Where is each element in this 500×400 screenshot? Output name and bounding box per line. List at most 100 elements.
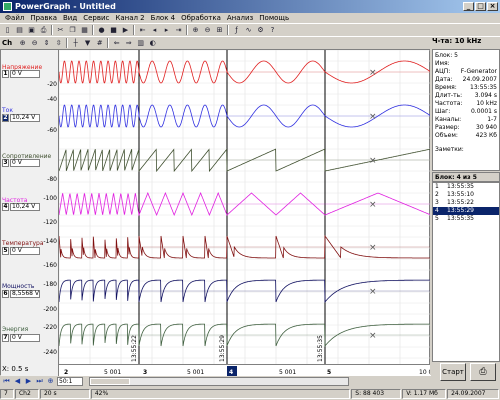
scroll-thumb[interactable] xyxy=(90,378,130,385)
menu-channel[interactable]: Канал 2 xyxy=(112,14,147,22)
copy-icon[interactable]: ❐ xyxy=(67,25,78,36)
channel-4-number[interactable]: 4 xyxy=(2,203,9,211)
status-bar: 7 Ch2 20 s 42% S: 88 403 V: 1.17 Мб 24.0… xyxy=(0,388,500,400)
menu-file[interactable]: Файл xyxy=(2,14,27,22)
info-row: Длит-ть: 3.094 s xyxy=(435,92,497,99)
filter-icon[interactable]: ƒ xyxy=(231,25,242,36)
status-volume: V: 1.17 Мб xyxy=(402,389,447,399)
channel-5-number[interactable]: 5 xyxy=(2,247,9,255)
horizontal-scrollbar[interactable] xyxy=(89,377,349,386)
layout-icon[interactable]: ▥ xyxy=(135,38,146,49)
minimize-button[interactable]: _ xyxy=(463,2,474,11)
channel-6-number[interactable]: 6 xyxy=(2,290,9,298)
channel-5-controls: 5 0 V xyxy=(2,247,40,255)
stop-icon[interactable]: ■ xyxy=(108,25,119,36)
block-next-icon[interactable]: ▸ xyxy=(161,25,172,36)
first-block-icon[interactable]: ⏮ xyxy=(2,377,11,386)
status-date: 24.09.2007 xyxy=(447,389,500,399)
maximize-button[interactable]: □ xyxy=(475,2,486,11)
open-icon[interactable]: ▤ xyxy=(14,25,25,36)
plot-area[interactable]: Напряжение 1 0 V -20 -40 Ток 2 10,24 V -… xyxy=(0,49,431,376)
color-icon[interactable]: ◐ xyxy=(147,38,158,49)
waveform-area[interactable]: × × × × × × × 13:55:22 13:55:29 13:55:35 xyxy=(59,50,431,364)
channel-7-offset-field[interactable]: 0 V xyxy=(10,334,40,342)
zoom-out-icon[interactable]: ⊖ xyxy=(29,38,40,49)
marker-icon[interactable]: ▼ xyxy=(82,38,93,49)
menu-analysis[interactable]: Анализ xyxy=(224,14,256,22)
x-axis: 25 00135 00145 001510 00 xyxy=(59,364,431,376)
channel-label: Ch xyxy=(2,39,13,47)
zoom-icon[interactable]: ⊕ xyxy=(17,38,28,49)
expand-icon[interactable]: ⇕ xyxy=(41,38,52,49)
menu-edit[interactable]: Правка xyxy=(27,14,60,22)
scale-field[interactable]: 50:1 xyxy=(57,377,83,386)
toolbar-channel: Ch ⊕ ⊖ ⇕ ⇳ ┼ ▼ # ⇐ ⇒ ▥ ◐ xyxy=(0,36,500,49)
cursor-marker-icon: × xyxy=(369,243,377,253)
block-first-icon[interactable]: ⇤ xyxy=(137,25,148,36)
new-icon[interactable]: ▯ xyxy=(2,25,13,36)
block-list-item[interactable]: 2 13:55:10 xyxy=(433,191,499,199)
cursor-marker-icon: × xyxy=(369,287,377,297)
help-icon[interactable]: ? xyxy=(267,25,278,36)
channel-7-number[interactable]: 7 xyxy=(2,334,9,342)
settings-icon[interactable]: ⚙ xyxy=(255,25,266,36)
y-tick-label: -160 xyxy=(43,262,57,269)
cursor-icon[interactable]: ┼ xyxy=(70,38,81,49)
shrink-icon[interactable]: ⇳ xyxy=(53,38,64,49)
block-last-icon[interactable]: ⇥ xyxy=(173,25,184,36)
block-prev-icon[interactable]: ◂ xyxy=(149,25,160,36)
zoom-out-icon[interactable]: ⊖ xyxy=(202,25,213,36)
menu-view[interactable]: Вид xyxy=(60,14,80,22)
channel-5-offset-field[interactable]: 0 V xyxy=(10,247,40,255)
record-icon[interactable]: ● xyxy=(96,25,107,36)
print-icon[interactable]: ⎙ xyxy=(38,25,49,36)
zoom-in-icon[interactable]: ⊕ xyxy=(190,25,201,36)
block-list-item[interactable]: 3 13:55:22 xyxy=(433,199,499,207)
channel-4-offset-field[interactable]: 10,24 V xyxy=(10,203,40,211)
last-block-icon[interactable]: ⏭ xyxy=(35,377,44,386)
channel-1-number[interactable]: 1 xyxy=(2,70,9,78)
fit-icon[interactable]: ⊞ xyxy=(214,25,225,36)
info-row: Шаг: 0.0001 s xyxy=(435,108,497,115)
toolbar-main: ▯ ▤ ▣ ⎙ ✂ ❐ ▦ ● ■ ▶ ⇤ ◂ ▸ ⇥ ⊕ ⊖ ⊞ ƒ ∿ ⚙ … xyxy=(0,23,500,36)
paste-icon[interactable]: ▦ xyxy=(79,25,90,36)
menu-block[interactable]: Блок 4 xyxy=(148,14,178,22)
channel-2-number[interactable]: 2 xyxy=(2,114,9,122)
info-row: Время: 13:55:35 xyxy=(435,84,497,91)
channel-7-controls: 7 0 V xyxy=(2,334,40,342)
menu-processing[interactable]: Обработка xyxy=(178,14,224,22)
y-tick-label: -220 xyxy=(43,324,57,331)
info-row: Объем: 423 Кб xyxy=(435,132,497,139)
channel-3-offset-field[interactable]: 0 V xyxy=(10,159,40,167)
channel-axis-column: Напряжение 1 0 V -20 -40 Ток 2 10,24 V -… xyxy=(1,50,59,376)
spectrum-icon[interactable]: ∿ xyxy=(243,25,254,36)
status-channel: Ch2 xyxy=(14,389,39,399)
align-left-icon[interactable]: ⇐ xyxy=(111,38,122,49)
prev-block-icon[interactable]: ◀ xyxy=(13,377,22,386)
y-tick-label: -80 xyxy=(47,176,57,183)
cut-icon[interactable]: ✂ xyxy=(55,25,66,36)
info-row: Дата: 24.09.2007 xyxy=(435,76,497,83)
block-list-item[interactable]: 1 13:55:35 xyxy=(433,183,499,191)
window-title: PowerGraph - Untitled xyxy=(15,2,116,11)
block-list-item[interactable]: 5 13:55:35 xyxy=(433,215,499,223)
align-right-icon[interactable]: ⇒ xyxy=(123,38,134,49)
info-row: Имя: xyxy=(435,60,450,67)
channel-3-number[interactable]: 3 xyxy=(2,159,9,167)
next-block-icon[interactable]: ▶ xyxy=(24,377,33,386)
play-icon[interactable]: ▶ xyxy=(120,25,131,36)
channel-6-offset-field[interactable]: 8,5568 V xyxy=(10,290,40,298)
close-button[interactable]: × xyxy=(487,2,498,11)
start-button[interactable]: Старт xyxy=(440,363,466,381)
zoom-x-icon[interactable]: ⊕ xyxy=(46,377,55,386)
menu-service[interactable]: Сервис xyxy=(80,14,112,22)
grid-icon[interactable]: # xyxy=(94,38,105,49)
block-list-item-selected[interactable]: 4 13:55:29 xyxy=(433,207,499,215)
print-button[interactable]: ⎙ xyxy=(470,363,496,381)
blocks-list[interactable]: 1 13:55:35 2 13:55:10 3 13:55:22 4 13:55:29 … xyxy=(432,182,500,362)
info-row: Размер: 30 940 xyxy=(435,124,497,131)
save-icon[interactable]: ▣ xyxy=(26,25,37,36)
channel-1-offset-field[interactable]: 0 V xyxy=(10,70,40,78)
channel-2-offset-field[interactable]: 10,24 V xyxy=(10,114,40,122)
menu-help[interactable]: Помощь xyxy=(256,14,292,22)
